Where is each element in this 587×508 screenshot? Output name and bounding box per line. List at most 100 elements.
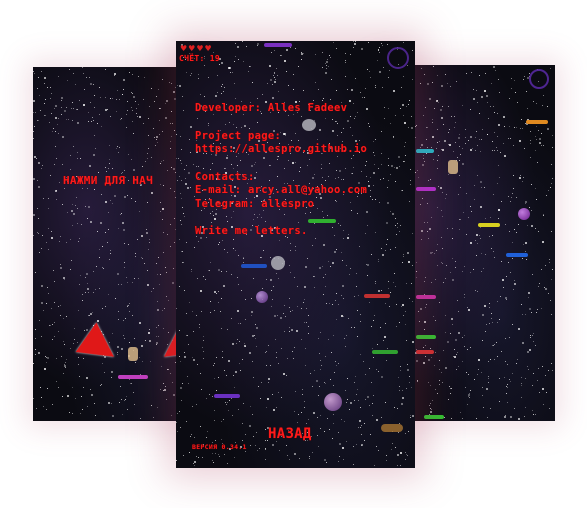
star xyxy=(424,222,425,223)
star xyxy=(271,52,272,53)
star xyxy=(551,279,552,280)
star xyxy=(298,414,299,415)
star xyxy=(314,287,315,288)
star xyxy=(457,300,458,301)
star xyxy=(138,278,139,279)
star xyxy=(78,241,79,242)
star xyxy=(122,94,123,95)
star xyxy=(238,409,239,410)
star xyxy=(437,207,438,208)
star xyxy=(336,319,337,320)
star xyxy=(182,251,183,252)
star xyxy=(159,120,160,121)
star xyxy=(539,142,541,144)
star xyxy=(132,121,133,122)
star xyxy=(325,286,326,287)
star xyxy=(361,434,362,435)
star xyxy=(181,149,182,150)
star xyxy=(101,384,102,385)
star xyxy=(332,262,334,264)
star xyxy=(315,54,316,55)
star xyxy=(351,89,353,91)
star xyxy=(336,365,337,366)
star xyxy=(401,306,402,307)
star xyxy=(480,181,482,183)
star xyxy=(173,168,175,170)
star xyxy=(550,300,551,301)
star xyxy=(336,90,337,91)
star xyxy=(55,146,56,147)
star xyxy=(493,66,495,68)
star xyxy=(214,291,216,293)
pause-icon[interactable] xyxy=(387,47,409,69)
star xyxy=(58,387,59,388)
star xyxy=(361,48,363,50)
star xyxy=(424,161,425,162)
star xyxy=(551,164,552,165)
pause-icon[interactable] xyxy=(529,69,549,89)
star xyxy=(463,212,464,213)
star xyxy=(546,195,547,196)
star xyxy=(456,369,457,370)
star xyxy=(397,454,399,456)
star xyxy=(306,322,307,323)
star xyxy=(357,310,358,311)
star xyxy=(52,404,53,405)
star xyxy=(35,354,36,355)
star xyxy=(447,83,448,84)
star xyxy=(304,286,306,288)
star xyxy=(58,133,59,134)
star xyxy=(467,404,468,405)
star xyxy=(210,312,211,313)
star xyxy=(50,87,51,88)
star xyxy=(512,258,513,259)
star xyxy=(147,284,149,286)
star xyxy=(186,335,187,336)
star xyxy=(192,406,193,407)
star xyxy=(427,222,428,223)
star xyxy=(181,180,182,181)
star xyxy=(332,304,333,305)
star xyxy=(455,142,456,143)
star xyxy=(230,72,231,73)
star xyxy=(214,420,215,421)
star xyxy=(72,225,73,226)
star xyxy=(480,151,481,152)
star xyxy=(44,103,45,104)
star xyxy=(93,84,94,85)
star xyxy=(119,402,120,403)
star xyxy=(274,50,275,51)
star xyxy=(552,147,553,148)
star xyxy=(123,79,125,81)
star xyxy=(56,199,57,200)
star xyxy=(426,127,427,128)
star xyxy=(210,262,211,263)
star xyxy=(374,315,375,316)
star xyxy=(191,269,192,270)
star xyxy=(286,375,287,376)
score-label: СЧЁТ: 19 xyxy=(179,54,220,63)
star xyxy=(250,66,251,67)
star xyxy=(355,41,356,42)
star xyxy=(345,346,346,347)
star xyxy=(46,409,47,410)
star xyxy=(385,402,386,403)
star xyxy=(212,460,213,461)
tap-to-start-label[interactable]: НАЖМИ ДЛЯ НАЧ xyxy=(63,174,153,187)
star xyxy=(184,169,185,170)
back-button[interactable]: НАЗАД xyxy=(268,426,312,442)
star xyxy=(468,309,470,311)
star xyxy=(43,198,44,199)
star xyxy=(196,315,197,316)
star xyxy=(510,201,511,202)
star xyxy=(156,263,157,264)
star xyxy=(480,227,481,228)
star xyxy=(520,128,521,129)
star xyxy=(44,368,46,370)
star xyxy=(197,278,198,279)
star xyxy=(449,129,450,130)
star xyxy=(548,190,549,191)
star xyxy=(305,365,306,366)
star xyxy=(82,188,83,189)
star xyxy=(137,239,138,240)
